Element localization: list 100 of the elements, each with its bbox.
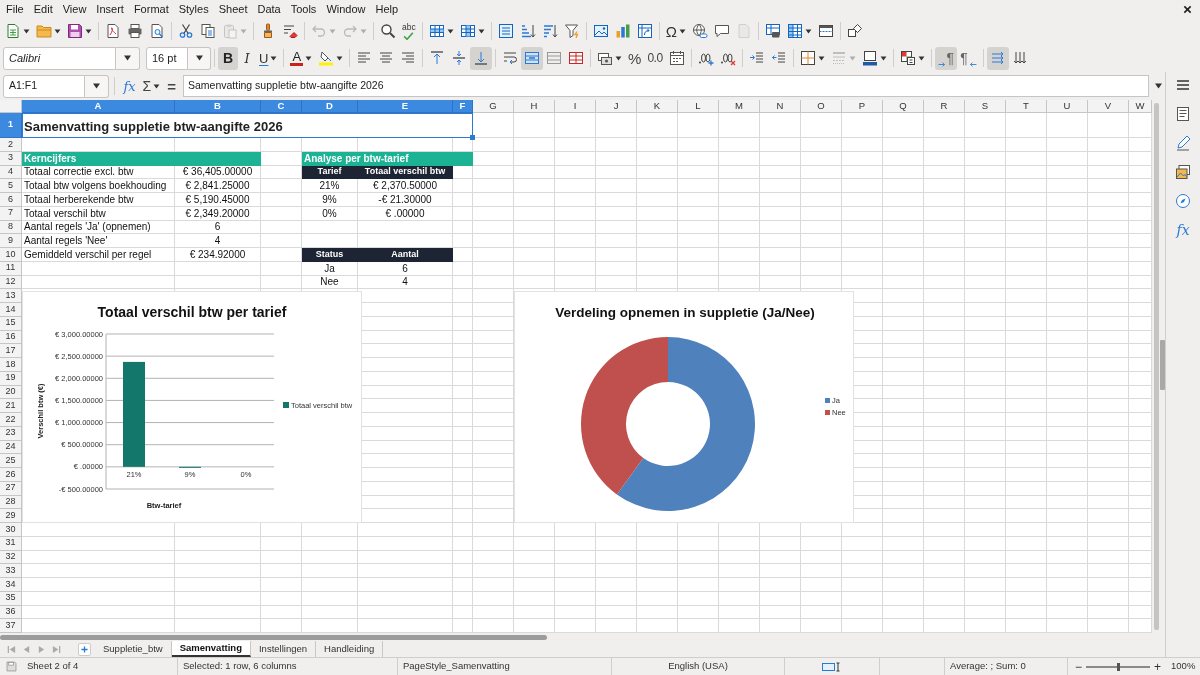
row-header[interactable]: 17	[0, 344, 22, 358]
table-cell: 21%	[302, 179, 358, 193]
left-triangle-icon	[22, 644, 31, 654]
add-sheet-button[interactable]	[78, 642, 91, 656]
row-header[interactable]: 21	[0, 399, 22, 413]
spelling-button[interactable]: abc	[399, 19, 419, 43]
pen-icon	[1175, 135, 1191, 151]
formula-input-field[interactable]: Samenvatting suppletie btw-aangifte 2026	[183, 75, 1150, 97]
column-header[interactable]: P	[842, 100, 883, 113]
menu-item[interactable]: Styles	[173, 1, 214, 17]
row-header[interactable]: 22	[0, 413, 22, 427]
row-header[interactable]: 29	[0, 509, 22, 523]
menu-item[interactable]: Data	[252, 1, 286, 17]
functions-button[interactable]: fx	[1170, 217, 1196, 243]
menu-item[interactable]: View	[57, 1, 92, 17]
sheet-tab[interactable]: Samenvatting	[171, 641, 251, 657]
column-header[interactable]: N	[760, 100, 801, 113]
column-header[interactable]: C	[261, 100, 302, 113]
row-header[interactable]: 6	[0, 193, 22, 207]
column-header[interactable]: U	[1047, 100, 1088, 113]
right-to-left-button[interactable]: ¶	[957, 46, 980, 70]
number-format-button[interactable]: 0.0	[644, 46, 666, 70]
row-header[interactable]: 5	[0, 179, 22, 193]
column-header[interactable]: J	[596, 100, 637, 113]
scrollbar-thumb[interactable]	[0, 634, 547, 640]
menu-item[interactable]: File	[1, 1, 29, 17]
left-to-right-button[interactable]: ¶	[934, 46, 958, 70]
row-header[interactable]: 18	[0, 358, 22, 372]
align-bottom-button[interactable]	[470, 46, 493, 70]
name-box-dropdown-button[interactable]	[84, 74, 110, 98]
column-header[interactable]: K	[637, 100, 678, 113]
menu-item[interactable]: Sheet	[213, 1, 253, 17]
row-header[interactable]: 37	[0, 619, 22, 633]
row-header[interactable]: 25	[0, 454, 22, 468]
column-header[interactable]: O	[801, 100, 842, 113]
row-header[interactable]: 10	[0, 248, 22, 262]
font-size-field[interactable]: 16 pt	[146, 46, 188, 70]
font-name-dropdown-button[interactable]	[116, 46, 140, 70]
row-header[interactable]: 1	[0, 113, 22, 138]
menu-item[interactable]: Format	[128, 1, 174, 17]
sheet-tab[interactable]: Handleiding	[316, 641, 384, 657]
font-size-dropdown-button[interactable]	[188, 46, 211, 70]
speech-bubble-icon	[713, 23, 730, 39]
row-header[interactable]: 14	[0, 303, 22, 317]
menu-item[interactable]: Help	[370, 1, 404, 17]
column-header[interactable]: W	[1129, 100, 1152, 113]
column-header[interactable]: I	[555, 100, 596, 113]
row-header[interactable]: 2	[0, 138, 22, 152]
column-header[interactable]: G	[473, 100, 514, 113]
merge-and-center-button[interactable]	[521, 46, 544, 70]
row-header[interactable]: 9	[0, 234, 22, 248]
percent-format-button[interactable]: %	[625, 46, 645, 70]
sheet-tab[interactable]: Instellingen	[251, 641, 317, 657]
underline-button[interactable]: U	[256, 46, 281, 70]
menu-item[interactable]: Window	[321, 1, 371, 17]
column-header[interactable]: D	[302, 100, 358, 113]
row-header[interactable]: 34	[0, 578, 22, 592]
font-color-button[interactable]: A	[287, 46, 316, 70]
menu-item[interactable]: Insert	[91, 1, 129, 17]
font-name-field[interactable]: Calibri	[3, 46, 116, 70]
summary-text: Average: ; Sum: 0	[950, 659, 1026, 674]
borders-icon	[799, 50, 816, 66]
sum-button[interactable]: Σ	[140, 75, 163, 97]
row-header[interactable]: 13	[0, 289, 22, 303]
column-header[interactable]: A	[22, 100, 175, 113]
column-header[interactable]: H	[514, 100, 555, 113]
horizontal-text-button[interactable]	[986, 46, 1009, 70]
function-wizard-button[interactable]: fx	[120, 75, 139, 97]
row-header[interactable]: 33	[0, 564, 22, 578]
row-header[interactable]: 30	[0, 523, 22, 537]
column-header[interactable]: L	[678, 100, 719, 113]
zoom-out-button[interactable]: −	[1075, 660, 1082, 673]
page-icon	[735, 23, 752, 39]
column-header[interactable]: S	[965, 100, 1006, 113]
menu-item[interactable]: Tools	[285, 1, 322, 17]
italic-button[interactable]: I	[238, 46, 256, 70]
name-box[interactable]: A1:F1	[3, 74, 85, 98]
zoom-slider-thumb[interactable]	[1116, 662, 1120, 671]
zoom-in-button[interactable]: +	[1154, 660, 1162, 673]
special-character-button[interactable]: Ω	[662, 19, 689, 43]
column-header[interactable]: V	[1088, 100, 1129, 113]
sidebar-handle[interactable]	[1160, 340, 1165, 390]
column-header[interactable]: F	[453, 100, 473, 113]
menu-item[interactable]: Edit	[28, 1, 58, 17]
formula-button[interactable]: =	[164, 75, 179, 97]
scrollbar-thumb[interactable]	[1153, 103, 1159, 630]
column-header[interactable]: E	[358, 100, 453, 113]
column-header[interactable]: Q	[883, 100, 924, 113]
row-header[interactable]: 26	[0, 468, 22, 482]
page-style-text: PageStyle_Samenvatting	[403, 659, 510, 674]
vertical-text-icon	[1011, 50, 1028, 66]
column-header[interactable]: T	[1006, 100, 1047, 113]
close-document-button[interactable]	[1182, 3, 1193, 15]
sheet-tab[interactable]: Suppletie_btw	[95, 641, 172, 657]
bold-button[interactable]: B	[218, 46, 238, 70]
zoom-slider[interactable]	[1086, 661, 1150, 672]
fill-handle[interactable]	[470, 135, 475, 140]
column-header[interactable]: R	[924, 100, 965, 113]
column-header[interactable]: M	[719, 100, 760, 113]
column-header[interactable]: B	[175, 100, 261, 113]
